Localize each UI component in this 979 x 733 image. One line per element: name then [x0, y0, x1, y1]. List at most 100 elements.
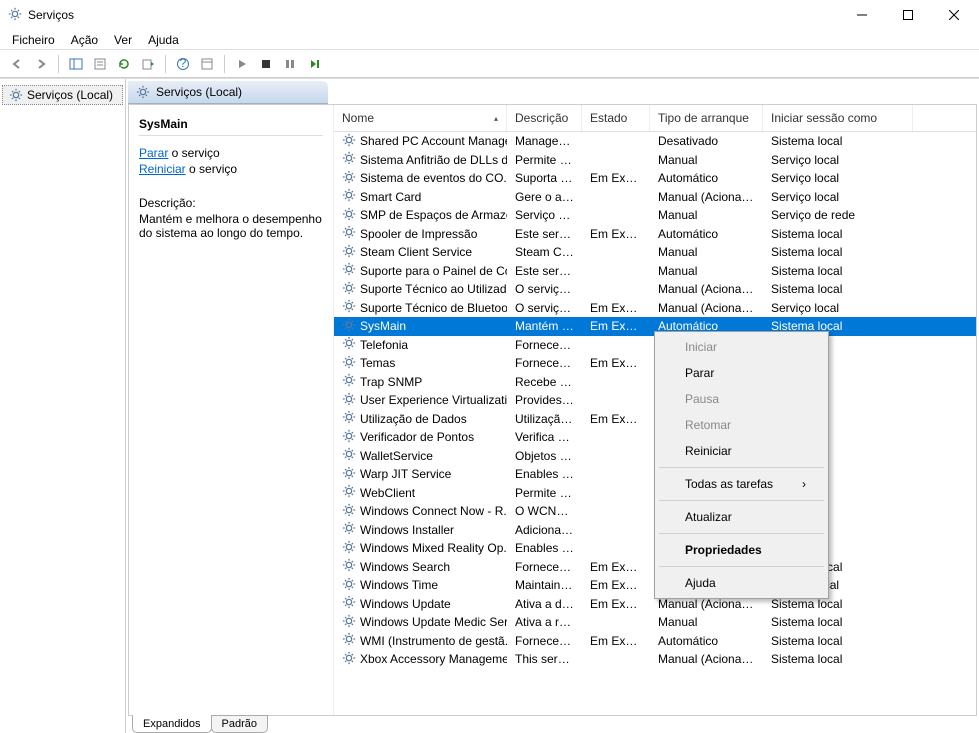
- service-startup: Manual: [650, 245, 763, 259]
- service-description: Permite q...: [507, 153, 582, 167]
- service-description: Este serviç...: [507, 264, 582, 278]
- selected-service-name: SysMain: [139, 117, 323, 131]
- column-startup[interactable]: Tipo de arranque: [650, 105, 763, 131]
- service-name: Xbox Accessory Manageme...: [360, 652, 507, 666]
- stop-service-button[interactable]: [255, 53, 277, 75]
- service-name: Windows Update Medic Ser...: [360, 615, 507, 629]
- service-description: Manages ...: [507, 134, 582, 148]
- service-name: WebClient: [360, 486, 415, 500]
- column-description[interactable]: Descrição: [507, 105, 582, 131]
- gear-icon: [342, 318, 356, 335]
- table-row[interactable]: Sistema Anfitrião de DLLs d...Permite q.…: [334, 151, 976, 170]
- service-description: Ativa a de...: [507, 597, 582, 611]
- gear-icon: [342, 410, 356, 427]
- table-row[interactable]: WMI (Instrumento de gestã...Fornece u...…: [334, 632, 976, 651]
- menu-view[interactable]: Ver: [106, 31, 140, 49]
- service-startup: Manual (Acionar ...: [650, 190, 763, 204]
- tab-standard[interactable]: Padrão: [211, 715, 268, 733]
- service-description: Maintains ...: [507, 578, 582, 592]
- start-service-button[interactable]: [231, 53, 253, 75]
- menu-action[interactable]: Ação: [63, 31, 106, 49]
- service-startup: Manual: [650, 264, 763, 278]
- gear-icon: [342, 299, 356, 316]
- properties-icon-button[interactable]: [89, 53, 111, 75]
- column-logon[interactable]: Iniciar sessão como: [763, 105, 913, 131]
- properties-button[interactable]: [196, 53, 218, 75]
- ctx-help[interactable]: Ajuda: [657, 570, 826, 596]
- table-row[interactable]: Suporte para o Painel de Co...Este servi…: [334, 262, 976, 281]
- maximize-button[interactable]: [885, 0, 931, 30]
- gear-icon: [342, 262, 356, 279]
- services-list: Nome▴ Descrição Estado Tipo de arranque …: [334, 105, 976, 715]
- ctx-refresh[interactable]: Atualizar: [657, 504, 826, 530]
- table-row[interactable]: SMP de Espaços de Armaze...Serviço an...…: [334, 206, 976, 225]
- service-name: Sistema Anfitrião de DLLs d...: [360, 153, 507, 167]
- menu-help[interactable]: Ajuda: [140, 31, 187, 49]
- service-name: Warp JIT Service: [360, 467, 451, 481]
- service-startup: Manual (Acionar ...: [650, 652, 763, 666]
- menu-file[interactable]: Ficheiro: [4, 31, 63, 49]
- gear-icon: [342, 336, 356, 353]
- service-name: Windows Time: [360, 578, 438, 592]
- table-row[interactable]: Spooler de Impressão Este serviç...Em Exe…: [334, 225, 976, 244]
- service-startup: Manual: [650, 615, 763, 629]
- ctx-stop[interactable]: Parar: [657, 360, 826, 386]
- gear-icon: [342, 558, 356, 575]
- table-row[interactable]: Sistema de eventos do CO...Suporta o ...…: [334, 169, 976, 188]
- service-description: Steam Cli...: [507, 245, 582, 259]
- stop-service-link[interactable]: Parar: [139, 146, 168, 160]
- panel-header: Serviços (Local): [128, 81, 328, 104]
- ctx-restart[interactable]: Reiniciar: [657, 438, 826, 464]
- export-button[interactable]: [137, 53, 159, 75]
- service-state: Em Exec...: [582, 227, 650, 241]
- panel-title: Serviços (Local): [156, 85, 242, 99]
- show-hide-tree-button[interactable]: [65, 53, 87, 75]
- service-name: WalletService: [360, 449, 433, 463]
- service-logon: Sistema local: [763, 652, 913, 666]
- help-button[interactable]: ?: [172, 53, 194, 75]
- restart-service-link[interactable]: Reiniciar: [139, 162, 186, 176]
- service-name: Sistema de eventos do CO...: [360, 171, 507, 185]
- pause-service-button[interactable]: [279, 53, 301, 75]
- column-state[interactable]: Estado: [582, 105, 650, 131]
- tree-node-services-local[interactable]: Serviços (Local): [2, 85, 123, 105]
- tab-expanded[interactable]: Expandidos: [132, 715, 212, 733]
- service-description: Suporta o ...: [507, 171, 582, 185]
- service-description: Fornece o ...: [507, 338, 582, 352]
- table-row[interactable]: Suporte Técnico de BluetoothO serviço ..…: [334, 299, 976, 318]
- gear-icon: [342, 392, 356, 409]
- refresh-button[interactable]: [113, 53, 135, 75]
- table-row[interactable]: Suporte Técnico ao Utilizad...O serviço …: [334, 280, 976, 299]
- service-name: Windows Search: [360, 560, 450, 574]
- table-row[interactable]: Steam Client ServiceSteam Cli...ManualSi…: [334, 243, 976, 262]
- gear-icon: [342, 484, 356, 501]
- service-name: WMI (Instrumento de gestã...: [360, 634, 507, 648]
- table-row[interactable]: Smart CardGere o ace...Manual (Acionar .…: [334, 188, 976, 207]
- service-description: Adiciona, ...: [507, 523, 582, 537]
- title-bar: Serviços: [0, 0, 979, 30]
- service-name: Spooler de Impressão: [360, 227, 477, 241]
- console-tree: Serviços (Local): [0, 79, 126, 733]
- ctx-all-tasks[interactable]: Todas as tarefas›: [657, 471, 826, 497]
- service-description: Este serviç...: [507, 227, 582, 241]
- service-name: User Experience Virtualizati...: [360, 393, 507, 407]
- service-state: Em Exec...: [582, 319, 650, 333]
- back-button[interactable]: [6, 53, 28, 75]
- service-logon: Serviço local: [763, 190, 913, 204]
- table-row[interactable]: Shared PC Account ManagerManages ...Desa…: [334, 132, 976, 151]
- table-row[interactable]: Windows Update Medic Ser...Ativa a re...…: [334, 613, 976, 632]
- service-name: Telefonia: [360, 338, 408, 352]
- service-logon: Serviço local: [763, 153, 913, 167]
- service-name: Windows Installer: [360, 523, 454, 537]
- restart-service-button[interactable]: [303, 53, 325, 75]
- service-state: Em Exec...: [582, 578, 650, 592]
- close-button[interactable]: [931, 0, 977, 30]
- ctx-properties[interactable]: Propriedades: [657, 537, 826, 563]
- service-name: Suporte Técnico de Bluetooth: [360, 301, 507, 315]
- table-row[interactable]: Xbox Accessory Manageme...This servic...…: [334, 650, 976, 669]
- minimize-button[interactable]: [839, 0, 885, 30]
- view-tabs: Expandidos Padrão: [126, 715, 979, 733]
- forward-button[interactable]: [30, 53, 52, 75]
- gear-icon: [342, 373, 356, 390]
- column-name[interactable]: Nome▴: [334, 105, 507, 131]
